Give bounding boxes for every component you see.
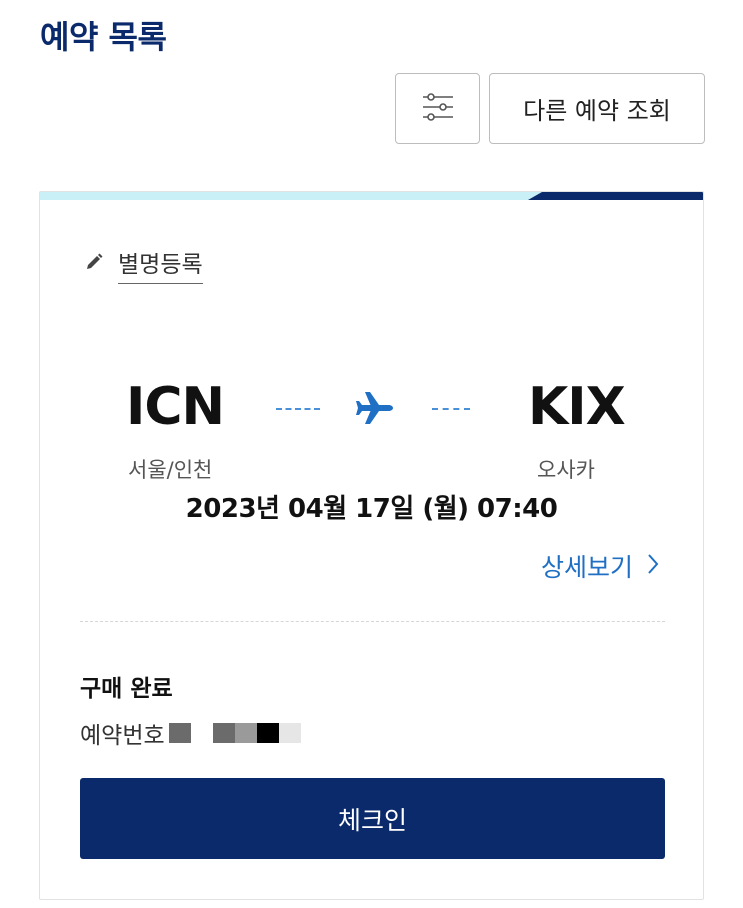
filter-button[interactable] [395,73,480,144]
reservation-card: 별명등록 ICN 서울/인천 KIX 오사카 2023년 04월 17일 (월)… [39,191,704,900]
card-accent-bar-dark [528,192,703,200]
detail-view-label: 상세보기 [540,553,633,582]
other-booking-button[interactable]: 다른 예약 조회 [489,73,705,144]
detail-view-link[interactable]: 상세보기 [541,548,659,584]
route-dash-left [276,408,320,410]
origin-city: 서울/인천 [128,458,213,482]
destination-airport-code: KIX [528,377,626,437]
alias-register-label: 별명등록 [118,245,203,284]
route-dash-right [432,408,470,410]
origin-airport-code: ICN [126,377,225,437]
booking-number-label: 예약번호 [80,723,165,749]
section-divider [80,621,665,622]
alias-register-link[interactable]: 별명등록 [84,244,203,284]
sliders-icon [421,92,455,126]
pencil-icon [84,252,104,276]
booking-number-redacted [168,723,301,743]
chevron-right-icon [647,552,659,581]
checkin-button[interactable]: 체크인 [80,778,665,859]
airplane-icon [356,390,394,430]
departure-datetime: 2023년 04월 17일 (월) 07:40 [185,494,558,524]
booking-number-row: 예약번호 [80,716,301,750]
page-title: 예약 목록 [40,18,167,56]
destination-city: 오사카 [537,458,595,482]
purchase-status: 구매 완료 [80,676,173,702]
